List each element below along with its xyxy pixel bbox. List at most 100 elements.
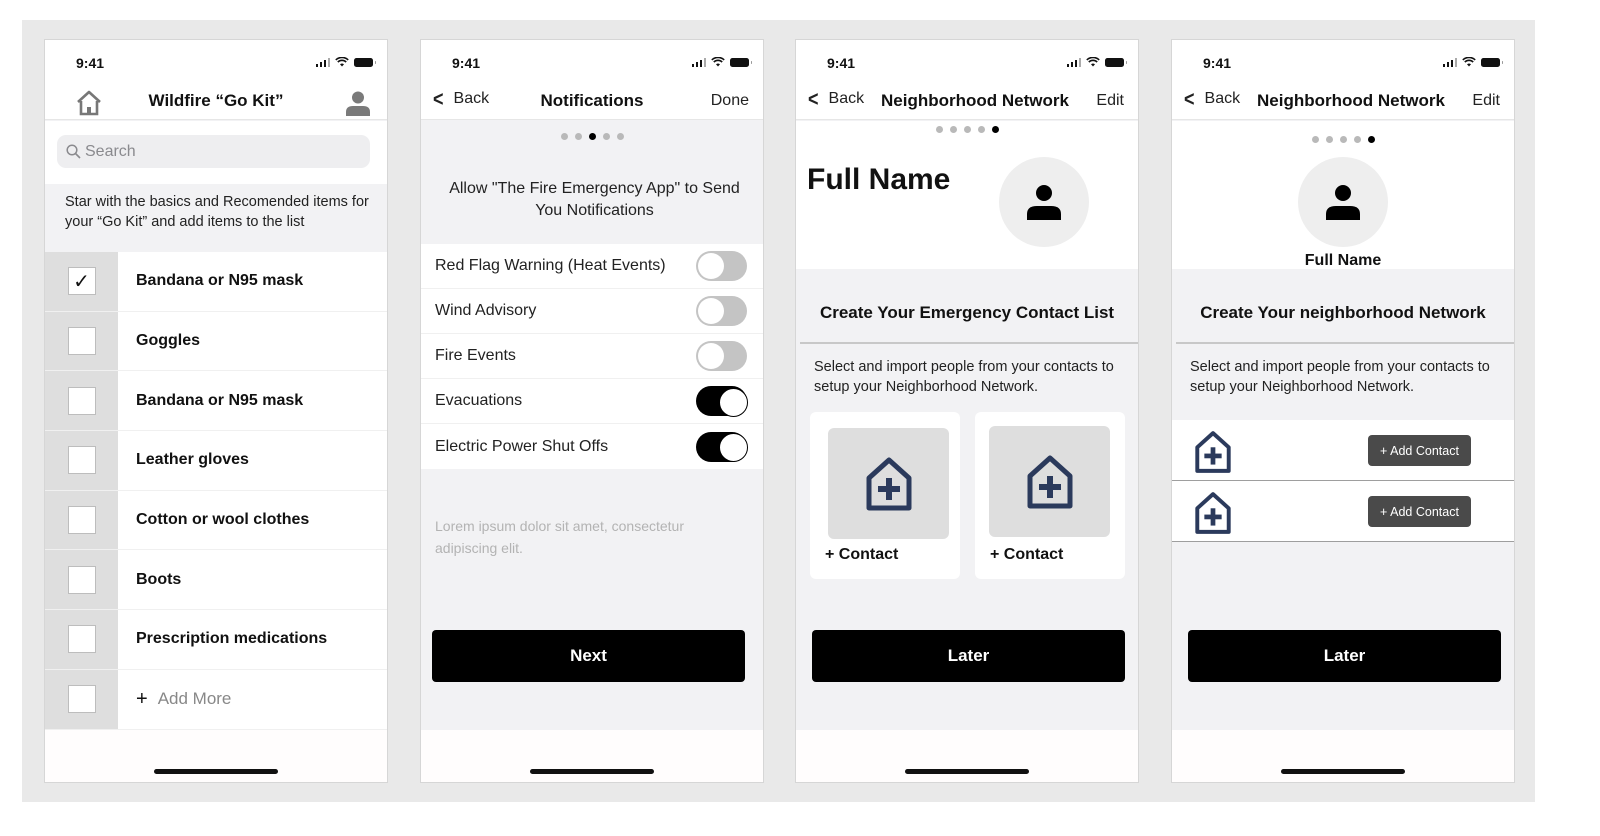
list-item[interactable]: Boots <box>45 550 387 611</box>
wifi-icon <box>1462 57 1476 67</box>
search-placeholder: Search <box>85 142 136 160</box>
page-dot[interactable] <box>977 126 985 133</box>
page-dot[interactable] <box>963 126 971 133</box>
page-dot[interactable] <box>1339 136 1347 143</box>
toggle-switch-off[interactable] <box>696 296 747 326</box>
person-icon <box>1027 185 1061 220</box>
item-label: Cotton or wool clothes <box>118 490 387 550</box>
home-indicator[interactable] <box>530 769 654 774</box>
next-button[interactable]: Next <box>432 630 745 682</box>
home-indicator[interactable] <box>905 769 1029 774</box>
home-indicator[interactable] <box>154 769 278 774</box>
toggle-switch-on[interactable] <box>696 386 748 417</box>
person-icon <box>1326 185 1360 220</box>
toggle-switch-off[interactable] <box>696 251 747 281</box>
list-item[interactable]: Leather gloves <box>45 431 387 491</box>
profile-icon[interactable] <box>345 90 371 116</box>
house-plus-icon <box>866 457 911 510</box>
item-label: Boots <box>118 550 387 610</box>
avatar[interactable] <box>999 157 1089 247</box>
page-indicator <box>421 133 763 140</box>
page-dot-active[interactable] <box>991 126 999 133</box>
checkbox[interactable] <box>67 446 96 475</box>
item-label: Prescription medications <box>118 610 387 669</box>
status-bar: 9:41 <box>1172 40 1514 84</box>
search-input[interactable]: Search <box>57 135 370 168</box>
page-dot[interactable] <box>574 133 582 140</box>
checkbox[interactable] <box>67 685 96 714</box>
list-item[interactable]: ✓ Bandana or N95 mask <box>45 252 387 312</box>
network-contact-row: + Add Contact <box>1172 481 1514 542</box>
chevron-left-icon: < <box>1184 87 1195 111</box>
add-contact-button[interactable]: + Add Contact <box>1368 496 1471 527</box>
page-dot-active[interactable] <box>1367 136 1375 143</box>
page-dot[interactable] <box>1325 136 1333 143</box>
house-plus-icon <box>1195 431 1231 473</box>
section-description: Select and import people from your conta… <box>1190 359 1490 395</box>
section-description: Select and import people from your conta… <box>814 359 1114 395</box>
battery-icon <box>1105 57 1127 67</box>
toggle-label: Red Flag Warning (Heat Events) <box>435 257 666 274</box>
add-more-row[interactable]: + Add More <box>45 669 387 730</box>
page-indicator <box>796 126 1138 133</box>
notification-toggles: Red Flag Warning (Heat Events) Wind Advi… <box>421 244 763 469</box>
placeholder-text: Lorem ipsum dolor sit amet, consectetur … <box>435 518 684 556</box>
go-kit-list: ✓ Bandana or N95 mask Goggles Bandana or… <box>45 252 387 730</box>
network-contact-list: + Add Contact + Add Contact <box>1172 420 1514 542</box>
checkbox[interactable] <box>67 506 96 535</box>
back-label: Back <box>1204 90 1241 107</box>
add-contact-card[interactable]: + Contact <box>810 412 960 579</box>
profile-header <box>1172 121 1514 269</box>
list-item[interactable]: Bandana or N95 mask <box>45 371 387 432</box>
page-title: Neighborhood Network <box>1257 91 1445 110</box>
back-button[interactable]: < Back <box>808 88 864 110</box>
home-indicator[interactable] <box>1281 769 1405 774</box>
done-button[interactable]: Done <box>711 92 749 110</box>
house-plus-icon <box>1195 492 1231 534</box>
list-item[interactable]: Goggles <box>45 311 387 372</box>
nav-bar: < Back Neighborhood Network Edit <box>796 84 1138 120</box>
network-contact-row: + Add Contact <box>1172 420 1514 481</box>
divider <box>800 342 1138 344</box>
checkbox[interactable] <box>67 565 96 594</box>
signal-icon <box>1066 57 1081 67</box>
toggle-switch-on[interactable] <box>696 431 748 462</box>
add-contact-card[interactable]: + Contact <box>975 412 1125 579</box>
screen-emergency-contacts: 9:41 < Back Neighborhood Network Edit Ful… <box>795 39 1139 783</box>
toggle-label: Evacuations <box>435 392 523 409</box>
edit-button[interactable]: Edit <box>1472 92 1500 110</box>
page-dot[interactable] <box>1311 136 1319 143</box>
checkbox[interactable] <box>67 327 96 356</box>
page-dot-active[interactable] <box>588 133 596 140</box>
add-more-button[interactable]: Add More <box>158 689 232 709</box>
later-button[interactable]: Later <box>1188 630 1501 682</box>
divider <box>1176 342 1514 344</box>
full-name: Full Name <box>807 163 951 196</box>
list-item[interactable]: Prescription medications <box>45 610 387 670</box>
edit-button[interactable]: Edit <box>1096 92 1124 110</box>
battery-icon <box>1481 57 1503 67</box>
later-button[interactable]: Later <box>812 630 1125 682</box>
toggle-switch-off[interactable] <box>696 341 747 371</box>
page-dot[interactable] <box>1353 136 1361 143</box>
battery-icon <box>730 57 752 67</box>
page-dot[interactable] <box>602 133 610 140</box>
avatar[interactable] <box>1298 157 1388 247</box>
item-label: Goggles <box>118 311 387 371</box>
page-title: Wildfire “Go Kit” <box>148 91 284 110</box>
checkbox[interactable] <box>67 625 96 654</box>
checkbox[interactable] <box>67 386 96 415</box>
page-dot[interactable] <box>949 126 957 133</box>
page-dot[interactable] <box>560 133 568 140</box>
status-time: 9:41 <box>1203 55 1232 71</box>
back-button[interactable]: < Back <box>1184 87 1241 111</box>
screen-go-kit: 9:41 Wildfire “Go Kit” Search Star with … <box>44 39 388 783</box>
full-name: Full Name <box>1304 252 1382 269</box>
toggle-row: Wind Advisory <box>421 289 763 334</box>
checkbox-checked[interactable]: ✓ <box>67 267 96 296</box>
add-contact-button[interactable]: + Add Contact <box>1368 435 1471 466</box>
wifi-icon <box>1086 57 1100 67</box>
page-dot[interactable] <box>935 126 943 133</box>
page-dot[interactable] <box>616 133 624 140</box>
list-item[interactable]: Cotton or wool clothes <box>45 490 387 551</box>
